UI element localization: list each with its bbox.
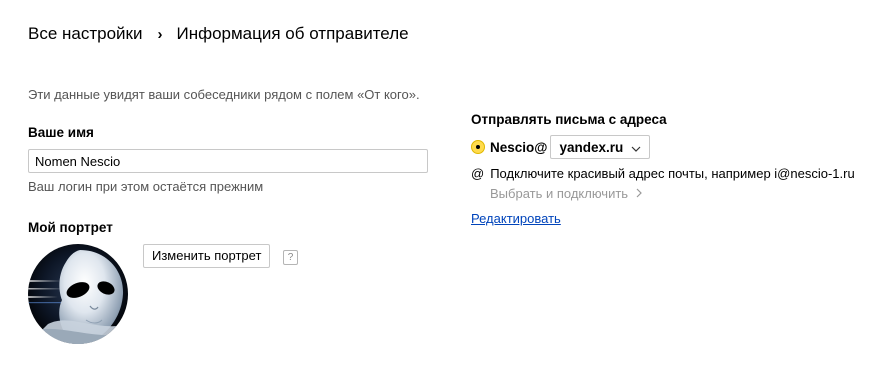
domain-value: yandex.ru <box>559 139 624 155</box>
breadcrumb: Все настройки › Информация об отправител… <box>28 23 409 45</box>
connect-link-label: Выбрать и подключить <box>490 186 629 201</box>
breadcrumb-all-settings[interactable]: Все настройки <box>28 24 142 44</box>
promo-row: @ Подключите красивый адрес почты, напри… <box>471 166 855 181</box>
portrait-label: Мой портрет <box>28 220 113 235</box>
avatar <box>28 244 128 344</box>
change-portrait-button[interactable]: Изменить портрет <box>143 244 271 268</box>
help-icon[interactable]: ? <box>283 250 298 265</box>
alien-portrait-image <box>28 244 128 344</box>
edit-link[interactable]: Редактировать <box>471 211 561 226</box>
name-label: Ваше имя <box>28 125 94 140</box>
promo-text: Подключите красивый адрес почты, наприме… <box>490 166 855 181</box>
page-title: Информация об отправителе <box>176 24 409 43</box>
login-part: Nescio@ <box>490 139 548 155</box>
sender-info-page: Все настройки › Информация об отправител… <box>0 0 887 367</box>
breadcrumb-separator: › <box>157 25 163 43</box>
domain-select[interactable]: yandex.ru <box>550 135 651 159</box>
chevron-down-icon <box>631 140 641 155</box>
address-radio[interactable] <box>471 140 485 154</box>
name-input[interactable] <box>28 149 428 173</box>
address-row: Nescio@ yandex.ru <box>471 135 651 159</box>
send-from-label: Отправлять письма с адреса <box>471 112 667 127</box>
connect-link[interactable]: Выбрать и подключить <box>490 186 642 201</box>
page-description: Эти данные увидят ваши собеседники рядом… <box>28 87 420 102</box>
name-hint: Ваш логин при этом остаётся прежним <box>28 179 264 194</box>
at-sign-icon: @ <box>471 166 485 181</box>
chevron-right-icon <box>636 186 642 201</box>
